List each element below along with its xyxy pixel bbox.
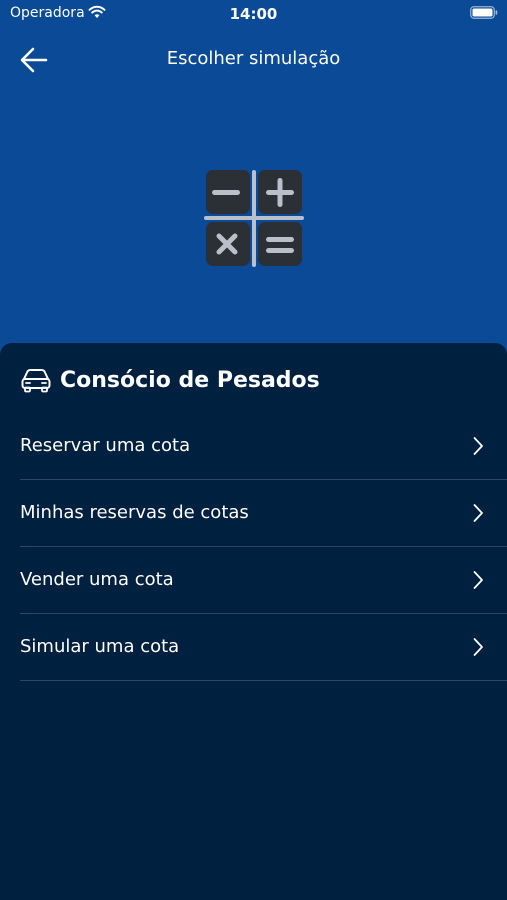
chevron-right-icon <box>473 504 483 522</box>
page-title: Escolher simulação <box>166 48 341 69</box>
menu-item-label: Vender uma cota <box>20 569 174 590</box>
menu-item-label: Reservar uma cota <box>20 435 191 456</box>
menu-item-vender-cota[interactable]: Vender uma cota <box>20 547 507 614</box>
navigation-bar: Escolher simulação <box>0 40 507 80</box>
menu-item-reservar-cota[interactable]: Reservar uma cota <box>20 413 507 480</box>
section-title: Consócio de Pesados <box>60 367 320 393</box>
battery-icon <box>470 6 498 19</box>
menu-item-simular-cota[interactable]: Simular uma cota <box>20 614 507 681</box>
menu-item-label: Minhas reservas de cotas <box>20 502 249 523</box>
menu-sheet: Consócio de Pesados Reservar uma cota Mi… <box>0 343 507 900</box>
menu-item-label: Simular uma cota <box>20 636 180 657</box>
chevron-right-icon <box>473 571 483 589</box>
chevron-right-icon <box>473 437 483 455</box>
menu-item-minhas-reservas[interactable]: Minhas reservas de cotas <box>20 480 507 547</box>
section-header: Consócio de Pesados <box>20 363 320 397</box>
menu-list: Reservar uma cota Minhas reservas de cot… <box>20 413 507 681</box>
status-bar: Operadora 14:00 <box>0 0 507 28</box>
status-time: 14:00 <box>229 5 278 23</box>
car-icon <box>21 369 51 393</box>
chevron-right-icon <box>473 638 483 656</box>
calculator-icon <box>204 170 304 267</box>
